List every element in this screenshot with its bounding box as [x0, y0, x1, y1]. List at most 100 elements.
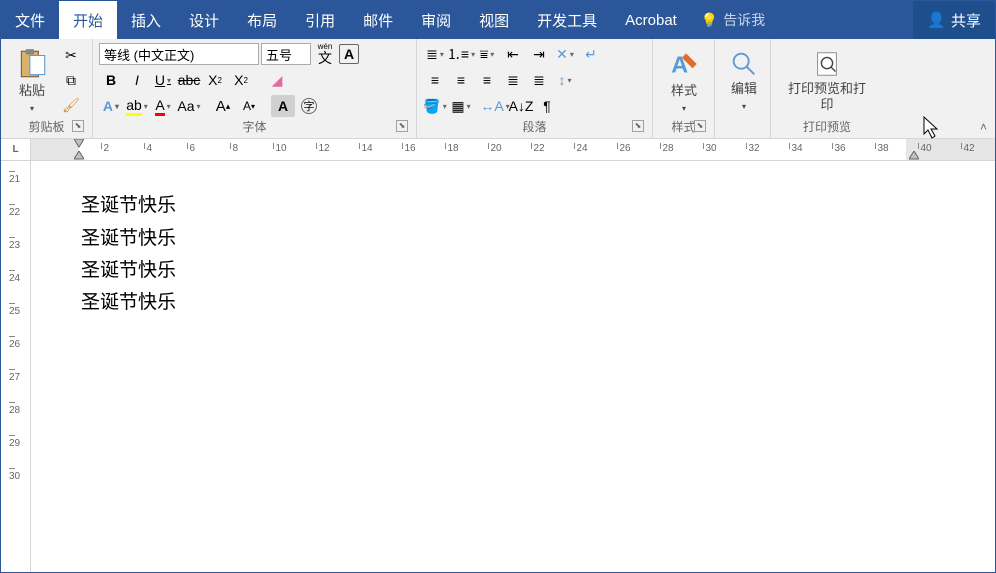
line-spacing-button[interactable]: ↕ — [553, 69, 577, 91]
shading-button[interactable]: 🪣 — [423, 95, 447, 117]
strike-button[interactable]: abc — [177, 69, 201, 91]
grow-font-button[interactable]: A▴ — [211, 95, 235, 117]
scale-icon: ↔A — [480, 98, 503, 114]
tab-references[interactable]: 引用 — [291, 1, 349, 39]
para-launcher[interactable]: ⬊ — [632, 120, 644, 132]
document-line[interactable]: 圣诞节快乐 — [81, 191, 995, 221]
group-print: 打印预览和打印 打印预览 — [771, 39, 883, 138]
print-preview-button[interactable]: 打印预览和打印 — [777, 43, 877, 118]
char-scale-button[interactable]: ↔A — [483, 95, 507, 117]
decrease-indent-button[interactable]: ⇤ — [501, 43, 525, 65]
ruler-tick: 26 — [617, 143, 631, 149]
ruler-horizontal[interactable]: L 24681012141618202224262830323436384042 — [1, 139, 995, 161]
text-effects-button[interactable]: A — [99, 95, 123, 117]
clear-format-button[interactable]: ◢ — [265, 69, 289, 91]
clipboard-launcher[interactable]: ⬊ — [72, 120, 84, 132]
multilevel-button[interactable]: ⩸ — [475, 43, 499, 65]
cut-button[interactable]: ✂ — [59, 45, 83, 67]
tab-mailings[interactable]: 邮件 — [349, 1, 407, 39]
font-name-combo[interactable] — [99, 43, 259, 65]
bulb-icon: 💡 — [701, 12, 718, 29]
underline-button[interactable]: U — [151, 69, 175, 91]
ruler-tick: 30 — [9, 468, 15, 482]
phonetic-bottom: 文 — [318, 51, 332, 65]
paste-label: 粘贴 — [19, 83, 45, 98]
tab-design[interactable]: 设计 — [175, 1, 233, 39]
edit-button[interactable]: 编辑▾ — [721, 43, 767, 118]
format-painter-button[interactable]: 🖌 — [59, 95, 83, 117]
distribute-button[interactable]: ≣ — [527, 69, 551, 91]
group-edit: 编辑▾ — [715, 39, 771, 138]
tab-home[interactable]: 开始 — [59, 1, 117, 39]
person-icon: 👤 — [927, 11, 946, 29]
copy-button[interactable]: ⧉ — [59, 70, 83, 92]
tab-review[interactable]: 审阅 — [407, 1, 465, 39]
styles-label: 样式 — [671, 83, 697, 98]
show-all-button[interactable]: ¶ — [535, 95, 559, 117]
align-left-button[interactable]: ≡ — [423, 69, 447, 91]
print-label: 打印预览和打印 — [785, 81, 869, 112]
align-right-button[interactable]: ≡ — [475, 69, 499, 91]
ruler-vertical[interactable]: 21222324252627282930 — [1, 161, 31, 572]
enclose-char-button[interactable]: 字 — [297, 95, 321, 117]
bullets-button[interactable]: ≣ — [423, 43, 447, 65]
document-line[interactable]: 圣诞节快乐 — [81, 288, 995, 318]
tab-view[interactable]: 视图 — [465, 1, 523, 39]
phonetic-guide-button[interactable]: wén文 — [313, 43, 337, 65]
document-line[interactable]: 圣诞节快乐 — [81, 256, 995, 286]
document-page[interactable]: 圣诞节快乐圣诞节快乐圣诞节快乐圣诞节快乐 — [31, 161, 995, 572]
align-center-button[interactable]: ≡ — [449, 69, 473, 91]
styles-icon: A — [667, 47, 701, 81]
ruler-tick: 34 — [789, 143, 803, 149]
ruler-tick: 28 — [660, 143, 674, 149]
line-spacing-icon: ↕ — [558, 72, 565, 88]
tell-me[interactable]: 💡告诉我 — [691, 1, 775, 39]
indent-marker-bottom[interactable] — [74, 151, 84, 160]
styles-button[interactable]: A 样式▾ — [659, 43, 709, 118]
sort-button[interactable]: A↓Z — [509, 95, 533, 117]
highlight-button[interactable]: ab — [125, 95, 149, 117]
tab-layout[interactable]: 布局 — [233, 1, 291, 39]
ruler-corner[interactable]: L — [1, 139, 31, 160]
font-color-button[interactable]: A — [151, 95, 175, 117]
tab-developer[interactable]: 开发工具 — [523, 1, 611, 39]
print-group-label: 打印预览 — [803, 120, 851, 134]
numbering-button[interactable]: ⒈≡ — [449, 43, 473, 65]
ruler-tick: 20 — [488, 143, 502, 149]
right-indent-marker[interactable] — [909, 151, 919, 160]
borders-button[interactable]: ▦ — [449, 95, 473, 117]
italic-button[interactable]: I — [125, 69, 149, 91]
ruler-tick: 21 — [9, 171, 15, 185]
bucket-icon: 🪣 — [423, 98, 440, 115]
ruler-tick: 18 — [445, 143, 459, 149]
tab-acrobat[interactable]: Acrobat — [611, 1, 691, 39]
bold-button[interactable]: B — [99, 69, 123, 91]
collapse-ribbon[interactable]: ˄ — [980, 120, 987, 134]
styles-launcher[interactable]: ⬊ — [694, 120, 706, 132]
char-shading-button[interactable]: A — [271, 95, 295, 117]
indent-marker-top[interactable] — [74, 139, 84, 149]
show-marks-button[interactable]: ↵ — [579, 43, 603, 65]
paste-button[interactable]: 粘贴▾ — [7, 43, 57, 118]
group-paragraph: ≣ ⒈≡ ⩸ ⇤ ⇥ ✕ ↵ ≡ ≡ ≡ ≣ ≣ ↕ 🪣 ▦ ↔A — [417, 39, 653, 138]
tab-insert[interactable]: 插入 — [117, 1, 175, 39]
ruler-tick: 28 — [9, 402, 15, 416]
para-group-label: 段落 — [522, 120, 546, 134]
char-border-button[interactable]: A — [339, 44, 359, 64]
subscript-button[interactable]: X2 — [203, 69, 227, 91]
justify-button[interactable]: ≣ — [501, 69, 525, 91]
ruler-tick: 40 — [918, 143, 932, 149]
superscript-button[interactable]: X2 — [229, 69, 253, 91]
bullets-icon: ≣ — [426, 46, 438, 63]
increase-indent-button[interactable]: ⇥ — [527, 43, 551, 65]
ruler-tick: 6 — [187, 143, 196, 149]
share-button[interactable]: 👤共享 — [913, 1, 995, 39]
ruler-tick: 4 — [144, 143, 153, 149]
change-case-button[interactable]: Aa — [177, 95, 201, 117]
shrink-font-button[interactable]: A▾ — [237, 95, 261, 117]
font-launcher[interactable]: ⬊ — [396, 120, 408, 132]
font-size-combo[interactable] — [261, 43, 311, 65]
asian-layout-button[interactable]: ✕ — [553, 43, 577, 65]
tab-file[interactable]: 文件 — [1, 1, 59, 39]
document-line[interactable]: 圣诞节快乐 — [81, 224, 995, 254]
